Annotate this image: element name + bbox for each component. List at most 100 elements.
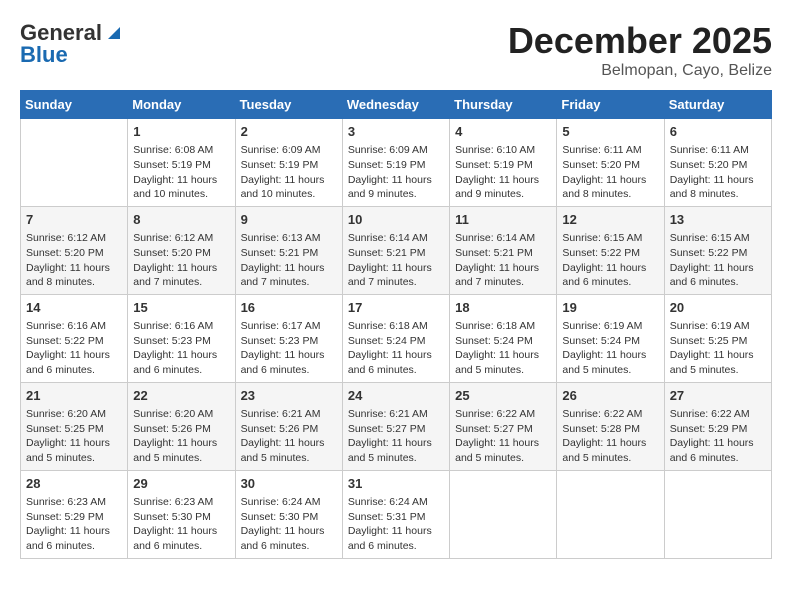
- day-info: Sunrise: 6:23 AMSunset: 5:30 PMDaylight:…: [133, 495, 229, 554]
- day-info: Sunrise: 6:19 AMSunset: 5:24 PMDaylight:…: [562, 319, 658, 378]
- calendar-cell: 31 Sunrise: 6:24 AMSunset: 5:31 PMDayligh…: [342, 470, 449, 558]
- day-info: Sunrise: 6:09 AMSunset: 5:19 PMDaylight:…: [348, 143, 444, 202]
- day-number: 8: [133, 211, 229, 229]
- day-number: 28: [26, 475, 122, 493]
- logo-icon: [104, 21, 124, 41]
- day-number: 12: [562, 211, 658, 229]
- day-info: Sunrise: 6:22 AMSunset: 5:28 PMDaylight:…: [562, 407, 658, 466]
- calendar-cell: 14 Sunrise: 6:16 AMSunset: 5:22 PMDayligh…: [21, 294, 128, 382]
- day-info: Sunrise: 6:22 AMSunset: 5:29 PMDaylight:…: [670, 407, 766, 466]
- day-number: 14: [26, 299, 122, 317]
- week-row: 28Sunrise: 6:23 AMSunset: 5:29 PMDayligh…: [21, 470, 772, 558]
- day-number: 25: [455, 387, 551, 405]
- day-info: Sunrise: 6:17 AMSunset: 5:23 PMDaylight:…: [241, 319, 337, 378]
- calendar-cell: 11Sunrise: 6:14 AMSunset: 5:21 PMDayligh…: [450, 206, 557, 294]
- calendar-table: SundayMondayTuesdayWednesdayThursdayFrid…: [20, 90, 772, 559]
- week-row: 21Sunrise: 6:20 AMSunset: 5:25 PMDayligh…: [21, 382, 772, 470]
- day-info: Sunrise: 6:11 AMSunset: 5:20 PMDaylight:…: [670, 143, 766, 202]
- dow-header-wednesday: Wednesday: [342, 91, 449, 119]
- day-info: Sunrise: 6:21 AMSunset: 5:27 PMDaylight:…: [348, 407, 444, 466]
- calendar-cell: [21, 119, 128, 207]
- week-row: 7 Sunrise: 6:12 AMSunset: 5:20 PMDaylight…: [21, 206, 772, 294]
- day-info: Sunrise: 6:13 AMSunset: 5:21 PMDaylight:…: [241, 231, 337, 290]
- calendar-cell: 19 Sunrise: 6:19 AMSunset: 5:24 PMDayligh…: [557, 294, 664, 382]
- day-info: Sunrise: 6:20 AMSunset: 5:25 PMDaylight:…: [26, 407, 122, 466]
- day-number: 3: [348, 123, 444, 141]
- day-info: Sunrise: 6:24 AMSunset: 5:30 PMDaylight:…: [241, 495, 337, 554]
- location: Belmopan, Cayo, Belize: [508, 62, 772, 80]
- calendar-cell: 4Sunrise: 6:10 AMSunset: 5:19 PMDaylight…: [450, 119, 557, 207]
- month-title: December 2025: [508, 20, 772, 62]
- logo-blue: Blue: [20, 42, 68, 68]
- day-number: 6: [670, 123, 766, 141]
- day-info: Sunrise: 6:21 AMSunset: 5:26 PMDaylight:…: [241, 407, 337, 466]
- calendar-cell: 26 Sunrise: 6:22 AMSunset: 5:28 PMDayligh…: [557, 382, 664, 470]
- calendar-cell: 12Sunrise: 6:15 AMSunset: 5:22 PMDayligh…: [557, 206, 664, 294]
- day-number: 20: [670, 299, 766, 317]
- day-info: Sunrise: 6:22 AMSunset: 5:27 PMDaylight:…: [455, 407, 551, 466]
- week-row: 14 Sunrise: 6:16 AMSunset: 5:22 PMDayligh…: [21, 294, 772, 382]
- day-number: 15: [133, 299, 229, 317]
- dow-header-friday: Friday: [557, 91, 664, 119]
- dow-header-monday: Monday: [128, 91, 235, 119]
- calendar-cell: 24Sunrise: 6:21 AMSunset: 5:27 PMDayligh…: [342, 382, 449, 470]
- week-row: 1 Sunrise: 6:08 AMSunset: 5:19 PMDaylight…: [21, 119, 772, 207]
- day-number: 9: [241, 211, 337, 229]
- calendar-cell: 22 Sunrise: 6:20 AMSunset: 5:26 PMDayligh…: [128, 382, 235, 470]
- day-number: 5: [562, 123, 658, 141]
- day-number: 2: [241, 123, 337, 141]
- day-number: 18: [455, 299, 551, 317]
- calendar-cell: 10 Sunrise: 6:14 AMSunset: 5:21 PMDayligh…: [342, 206, 449, 294]
- calendar-cell: 13Sunrise: 6:15 AMSunset: 5:22 PMDayligh…: [664, 206, 771, 294]
- calendar-cell: 18 Sunrise: 6:18 AMSunset: 5:24 PMDayligh…: [450, 294, 557, 382]
- calendar-cell: 30Sunrise: 6:24 AMSunset: 5:30 PMDayligh…: [235, 470, 342, 558]
- calendar-cell: [664, 470, 771, 558]
- calendar-cell: 27 Sunrise: 6:22 AMSunset: 5:29 PMDayligh…: [664, 382, 771, 470]
- day-of-week-row: SundayMondayTuesdayWednesdayThursdayFrid…: [21, 91, 772, 119]
- calendar-cell: 28Sunrise: 6:23 AMSunset: 5:29 PMDayligh…: [21, 470, 128, 558]
- day-number: 19: [562, 299, 658, 317]
- day-info: Sunrise: 6:08 AMSunset: 5:19 PMDaylight:…: [133, 143, 229, 202]
- day-info: Sunrise: 6:10 AMSunset: 5:19 PMDaylight:…: [455, 143, 551, 202]
- day-info: Sunrise: 6:24 AMSunset: 5:31 PMDaylight:…: [348, 495, 444, 554]
- calendar-cell: 23Sunrise: 6:21 AMSunset: 5:26 PMDayligh…: [235, 382, 342, 470]
- calendar-cell: 15 Sunrise: 6:16 AMSunset: 5:23 PMDayligh…: [128, 294, 235, 382]
- calendar-cell: 6 Sunrise: 6:11 AMSunset: 5:20 PMDaylight…: [664, 119, 771, 207]
- calendar-cell: 17 Sunrise: 6:18 AMSunset: 5:24 PMDayligh…: [342, 294, 449, 382]
- calendar-cell: 7Sunrise: 6:12 AMSunset: 5:20 PMDaylight…: [21, 206, 128, 294]
- dow-header-tuesday: Tuesday: [235, 91, 342, 119]
- day-info: Sunrise: 6:16 AMSunset: 5:23 PMDaylight:…: [133, 319, 229, 378]
- day-number: 22: [133, 387, 229, 405]
- calendar-cell: 21Sunrise: 6:20 AMSunset: 5:25 PMDayligh…: [21, 382, 128, 470]
- calendar-cell: 9 Sunrise: 6:13 AMSunset: 5:21 PMDaylight…: [235, 206, 342, 294]
- calendar-cell: 5 Sunrise: 6:11 AMSunset: 5:20 PMDaylight…: [557, 119, 664, 207]
- day-info: Sunrise: 6:20 AMSunset: 5:26 PMDaylight:…: [133, 407, 229, 466]
- day-info: Sunrise: 6:16 AMSunset: 5:22 PMDaylight:…: [26, 319, 122, 378]
- day-number: 7: [26, 211, 122, 229]
- calendar-cell: 2Sunrise: 6:09 AMSunset: 5:19 PMDaylight…: [235, 119, 342, 207]
- day-info: Sunrise: 6:19 AMSunset: 5:25 PMDaylight:…: [670, 319, 766, 378]
- day-number: 10: [348, 211, 444, 229]
- day-number: 27: [670, 387, 766, 405]
- dow-header-saturday: Saturday: [664, 91, 771, 119]
- calendar-cell: 20 Sunrise: 6:19 AMSunset: 5:25 PMDayligh…: [664, 294, 771, 382]
- calendar-cell: 16 Sunrise: 6:17 AMSunset: 5:23 PMDayligh…: [235, 294, 342, 382]
- day-info: Sunrise: 6:14 AMSunset: 5:21 PMDaylight:…: [455, 231, 551, 290]
- day-info: Sunrise: 6:18 AMSunset: 5:24 PMDaylight:…: [348, 319, 444, 378]
- day-info: Sunrise: 6:12 AMSunset: 5:20 PMDaylight:…: [133, 231, 229, 290]
- calendar-cell: [450, 470, 557, 558]
- page-header: General Blue December 2025 Belmopan, Cay…: [20, 20, 772, 80]
- calendar-cell: 3 Sunrise: 6:09 AMSunset: 5:19 PMDaylight…: [342, 119, 449, 207]
- day-number: 31: [348, 475, 444, 493]
- day-info: Sunrise: 6:14 AMSunset: 5:21 PMDaylight:…: [348, 231, 444, 290]
- day-number: 16: [241, 299, 337, 317]
- calendar-cell: 25 Sunrise: 6:22 AMSunset: 5:27 PMDayligh…: [450, 382, 557, 470]
- day-number: 29: [133, 475, 229, 493]
- dow-header-thursday: Thursday: [450, 91, 557, 119]
- day-number: 17: [348, 299, 444, 317]
- day-info: Sunrise: 6:11 AMSunset: 5:20 PMDaylight:…: [562, 143, 658, 202]
- calendar-cell: 29 Sunrise: 6:23 AMSunset: 5:30 PMDayligh…: [128, 470, 235, 558]
- day-number: 1: [133, 123, 229, 141]
- day-info: Sunrise: 6:18 AMSunset: 5:24 PMDaylight:…: [455, 319, 551, 378]
- day-number: 26: [562, 387, 658, 405]
